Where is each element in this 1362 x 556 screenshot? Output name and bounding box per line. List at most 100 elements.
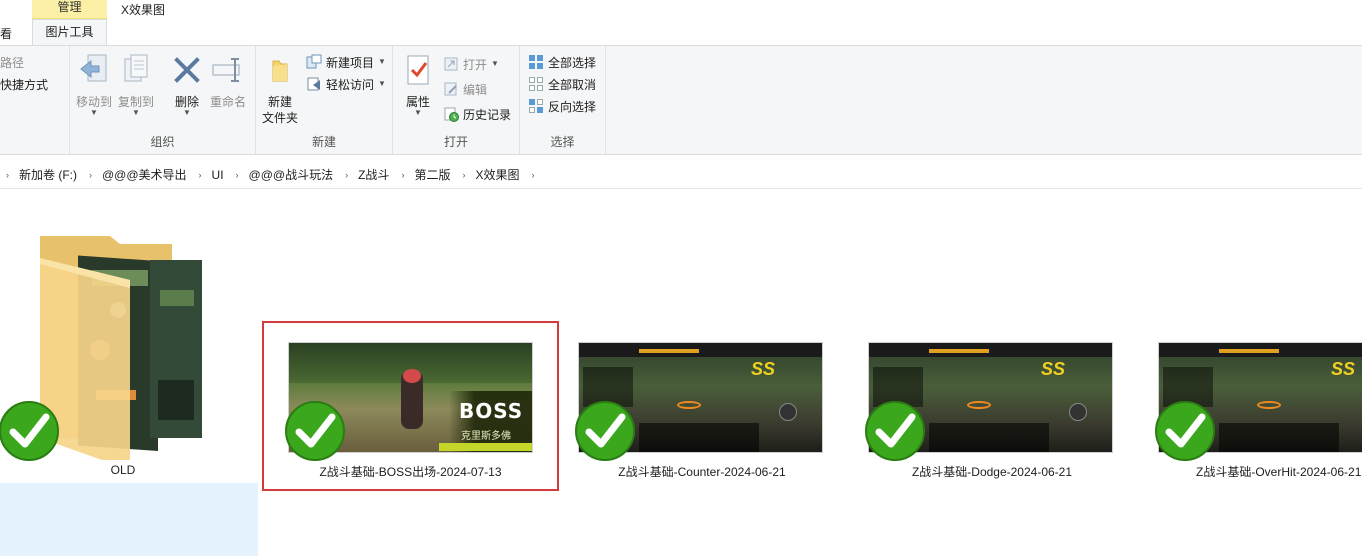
breadcrumb-item[interactable]: 第二版 bbox=[414, 166, 450, 183]
thumbnail-log-panel bbox=[639, 423, 759, 452]
breadcrumb-item[interactable]: 新加卷 (F:) bbox=[19, 166, 77, 183]
thumbnail-hp-bar bbox=[929, 349, 989, 353]
history-label: 历史记录 bbox=[463, 107, 512, 122]
file-item-image[interactable]: SS Z战斗基础-Dodge-2024-06-21 bbox=[842, 190, 1132, 490]
tab-view[interactable]: 查看 bbox=[0, 25, 12, 42]
chevron-right-icon[interactable]: › bbox=[345, 170, 348, 180]
selection-highlight bbox=[0, 483, 258, 556]
chevron-right-icon[interactable]: › bbox=[462, 170, 465, 180]
history-icon bbox=[443, 106, 459, 122]
green-check-icon bbox=[0, 401, 59, 461]
file-name: Z战斗基础-Counter-2024-06-21 bbox=[618, 465, 786, 479]
chevron-right-icon[interactable]: › bbox=[199, 170, 202, 180]
delete-dropdown-icon: ▼ bbox=[183, 108, 191, 117]
group-open: 属性 ▼ 打开 ▼ 编辑 历史记录 打开 bbox=[393, 46, 520, 154]
new-item-icon bbox=[306, 54, 322, 70]
green-check-icon bbox=[1155, 401, 1215, 461]
easy-access-icon bbox=[306, 76, 322, 92]
thumbnail-hud-top bbox=[869, 343, 1112, 357]
thumbnail-target-ring bbox=[1257, 401, 1281, 409]
properties-dropdown-icon: ▼ bbox=[414, 108, 422, 117]
file-item-image[interactable]: SS Z战斗基础-Counter-2024-06-21 bbox=[552, 190, 842, 490]
chevron-right-icon[interactable]: › bbox=[89, 170, 92, 180]
open-label: 打开 bbox=[463, 57, 488, 72]
new-item-label: 新建项目 bbox=[326, 55, 375, 70]
chevron-right-icon[interactable]: › bbox=[236, 170, 239, 180]
green-check-icon bbox=[575, 401, 635, 461]
easy-access-label: 轻松访问 bbox=[326, 77, 375, 92]
breadcrumb-item[interactable]: @@@战斗玩法 bbox=[249, 166, 334, 183]
address-bar[interactable]: › 新加卷 (F:) › @@@美术导出 › UI › @@@战斗玩法 › Z战… bbox=[0, 161, 1362, 189]
move-to-button[interactable]: 移动到 ▼ bbox=[76, 52, 112, 117]
new-folder-button[interactable]: 新建 文件夹 bbox=[262, 52, 298, 126]
window-title: X效果图 bbox=[121, 3, 166, 17]
easy-access-button[interactable]: 轻松访问 ▼ bbox=[306, 74, 386, 94]
copy-path-label: 制路径 bbox=[0, 55, 25, 70]
copy-to-button[interactable]: 复制到 ▼ bbox=[118, 52, 154, 117]
rename-button[interactable]: 重命名 bbox=[210, 52, 246, 110]
group-label-select: 选择 bbox=[550, 135, 575, 149]
open-icon bbox=[443, 56, 459, 72]
tab-picture-tools[interactable]: 图片工具 bbox=[32, 19, 107, 46]
thumbnail-rank-text: SS bbox=[1041, 359, 1066, 379]
copy-to-icon bbox=[119, 52, 153, 88]
file-list: OLD BOSS 克里斯多佛 Z战斗基础-BOSS出场-2024-07-13 S… bbox=[0, 190, 1362, 556]
breadcrumb-item[interactable]: @@@美术导出 bbox=[102, 166, 187, 183]
group-new: 新建 文件夹 新建项目 ▼ 轻松访问 ▼ 新建 bbox=[256, 46, 393, 154]
select-all-button[interactable]: 全部选择 bbox=[528, 52, 596, 72]
select-all-icon bbox=[528, 54, 544, 70]
new-item-dropdown-icon: ▼ bbox=[378, 57, 386, 66]
edit-button[interactable]: 编辑 bbox=[443, 79, 487, 99]
invert-selection-icon bbox=[528, 98, 544, 114]
properties-button[interactable]: 属性 ▼ bbox=[401, 52, 435, 117]
thumbnail-hud-top bbox=[579, 343, 822, 357]
invert-selection-label: 反向选择 bbox=[548, 99, 597, 114]
paste-shortcut-button[interactable]: 贴快捷方式 bbox=[0, 74, 48, 94]
file-name: OLD bbox=[110, 463, 136, 477]
group-label-organize: 组织 bbox=[150, 135, 175, 149]
thumbnail-rank-text: SS bbox=[751, 359, 776, 379]
copy-path-button[interactable]: 制路径 bbox=[0, 52, 24, 72]
thumbnail-log-panel bbox=[1219, 423, 1339, 452]
file-item-folder[interactable]: OLD bbox=[0, 190, 258, 490]
group-label-open: 打开 bbox=[443, 135, 468, 149]
breadcrumb-item[interactable]: UI bbox=[212, 168, 224, 182]
thumbnail-rank-text: SS bbox=[1331, 359, 1356, 379]
thumbnail-target-ring bbox=[967, 401, 991, 409]
chevron-right-icon[interactable]: › bbox=[401, 170, 404, 180]
delete-button[interactable]: 删除 ▼ bbox=[170, 52, 204, 117]
thumbnail-skill-button bbox=[1069, 403, 1087, 421]
new-folder-icon bbox=[263, 52, 297, 88]
thumbnail-target-ring bbox=[677, 401, 701, 409]
paste-shortcut-label: 贴快捷方式 bbox=[0, 77, 49, 92]
file-item-image[interactable]: SS Z战斗基础-OverHit-2024-06-21 bbox=[1132, 190, 1362, 490]
delete-icon bbox=[170, 52, 204, 88]
move-to-dropdown-icon: ▼ bbox=[90, 108, 98, 117]
history-button[interactable]: 历史记录 bbox=[443, 104, 511, 124]
thumbnail-log-panel bbox=[929, 423, 1049, 452]
chevron-right-icon[interactable]: › bbox=[531, 170, 534, 180]
edit-icon bbox=[443, 81, 459, 97]
new-folder-label: 新建 文件夹 bbox=[262, 94, 298, 126]
rename-icon bbox=[211, 52, 245, 88]
group-label-new: 新建 bbox=[311, 135, 336, 149]
select-none-button[interactable]: 全部取消 bbox=[528, 74, 596, 94]
invert-selection-button[interactable]: 反向选择 bbox=[528, 96, 596, 116]
group-organize: 移动到 ▼ 复制到 ▼ 删除 ▼ 重命名 组织 bbox=[70, 46, 256, 154]
copy-to-dropdown-icon: ▼ bbox=[132, 108, 140, 117]
open-button[interactable]: 打开 ▼ bbox=[443, 54, 499, 74]
edit-label: 编辑 bbox=[463, 82, 488, 97]
select-all-label: 全部选择 bbox=[548, 55, 597, 70]
properties-icon bbox=[401, 52, 435, 88]
move-to-icon bbox=[77, 52, 111, 88]
file-name: Z战斗基础-OverHit-2024-06-21 bbox=[1196, 465, 1362, 479]
new-item-button[interactable]: 新建项目 ▼ bbox=[306, 52, 386, 72]
ribbon: 制路径 贴快捷方式 移动到 ▼ bbox=[0, 45, 1362, 155]
thumbnail-skill-button bbox=[779, 403, 797, 421]
chevron-right-icon[interactable]: › bbox=[6, 170, 9, 180]
breadcrumb-item[interactable]: X效果图 bbox=[475, 166, 519, 183]
ribbon-tab-strip: 管理 X效果图 查看 图片工具 bbox=[0, 0, 1362, 46]
highlight-box bbox=[262, 321, 559, 491]
tab-manage[interactable]: 管理 bbox=[32, 0, 107, 18]
breadcrumb-item[interactable]: Z战斗 bbox=[358, 166, 389, 183]
